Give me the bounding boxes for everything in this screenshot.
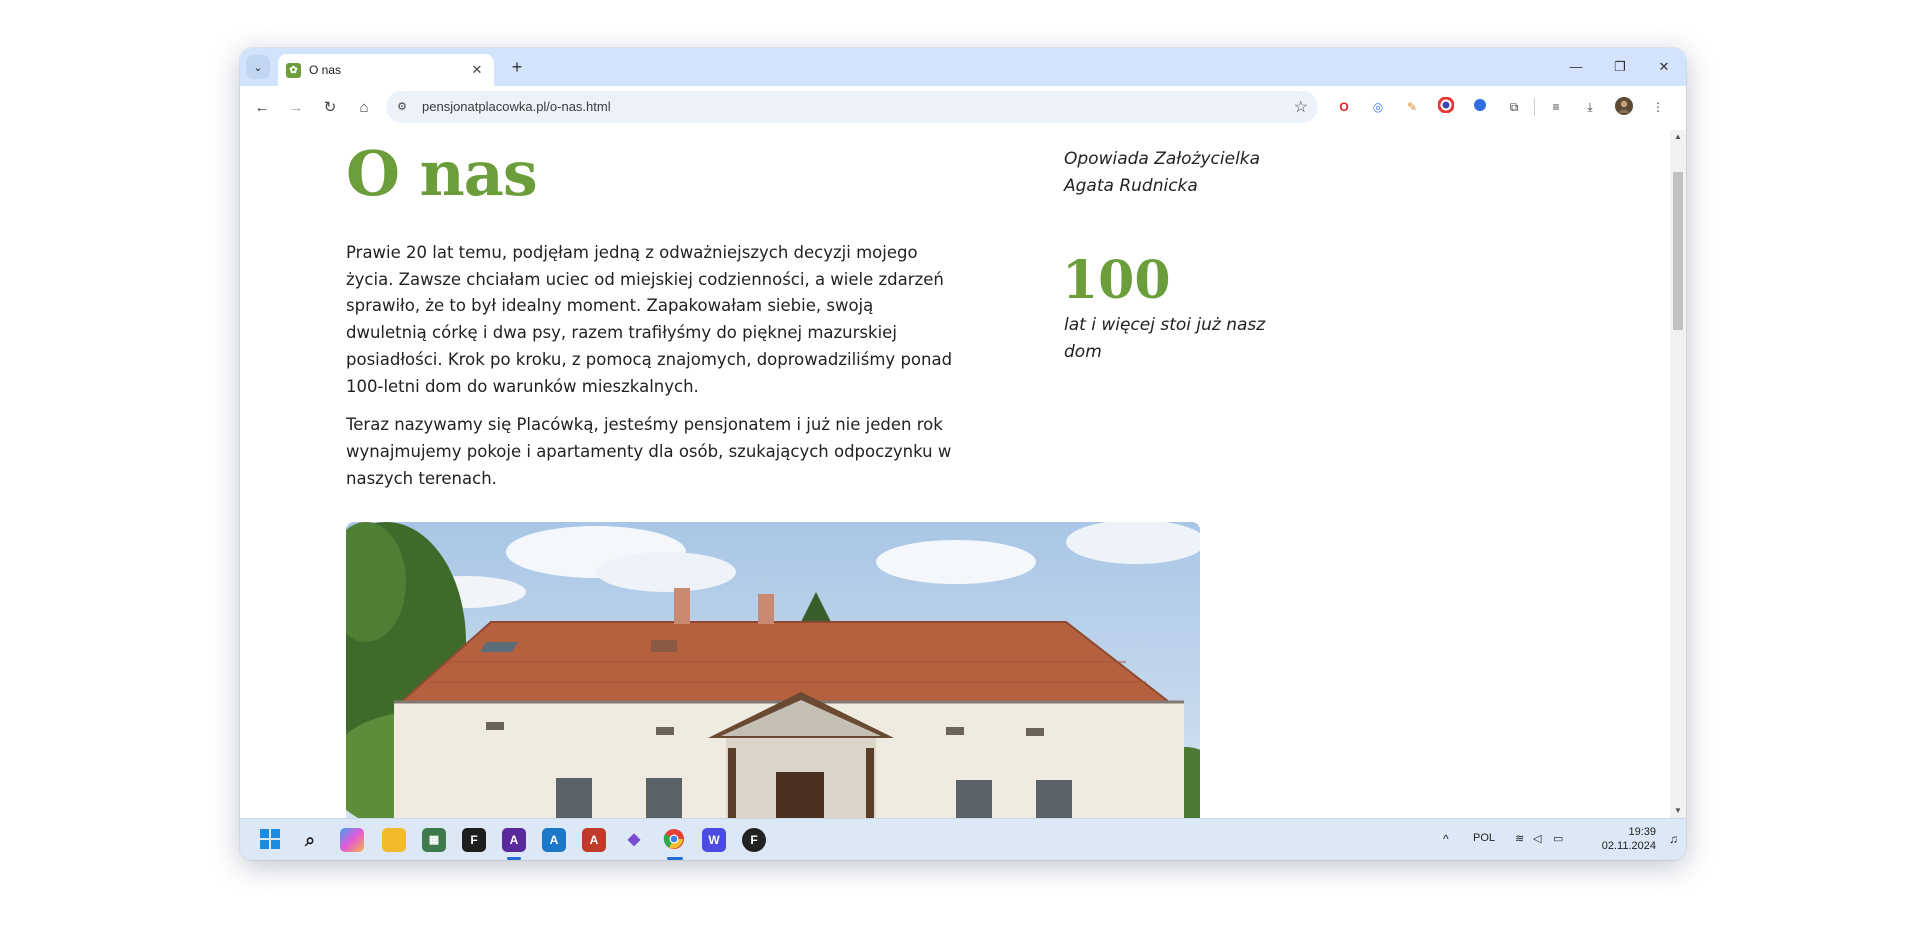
language-indicator[interactable]: POL: [1473, 832, 1495, 844]
wifi-icon[interactable]: ≋: [1515, 832, 1524, 845]
address-bar[interactable]: ⚙ pensjonatplacowka.pl/o-nas.html ☆: [386, 91, 1318, 123]
forward-icon[interactable]: →: [284, 96, 308, 120]
file-explorer-icon[interactable]: [382, 828, 406, 852]
avatar[interactable]: [1614, 97, 1634, 117]
leaf-logo-icon: ✿: [286, 63, 301, 78]
affinity-publisher-icon[interactable]: A: [582, 828, 606, 852]
home-icon[interactable]: ⌂: [352, 96, 376, 120]
paragraph: Prawie 20 lat temu, podjęłam jedną z odw…: [346, 243, 953, 396]
page-title: O nas: [346, 137, 538, 210]
close-window-icon[interactable]: ✕: [1642, 48, 1686, 86]
notification-bell-icon[interactable]: ♫: [1669, 832, 1678, 846]
tray-chevron-icon[interactable]: ^: [1443, 832, 1449, 846]
bookmark-star-icon[interactable]: ☆: [1294, 97, 1308, 117]
reload-icon[interactable]: ↻: [318, 96, 342, 120]
menu-dots-icon[interactable]: ⋮: [1648, 97, 1668, 117]
address-url: pensjonatplacowka.pl/o-nas.html: [422, 99, 611, 114]
windows-taskbar: ⌕ ▦ F A A A ◆ W F ^ POL ≋ ◁ ▭ 19:39 02.1…: [240, 818, 1686, 860]
browser-toolbar: ← → ↻ ⌂ ⚙ pensjonatplacowka.pl/o-nas.htm…: [240, 86, 1686, 131]
site-info-icon[interactable]: ⚙: [394, 99, 410, 115]
stat-number: 100: [1062, 250, 1171, 311]
paint-icon[interactable]: ✎: [1402, 97, 1422, 117]
scroll-down-arrow-icon[interactable]: ▼: [1670, 804, 1686, 818]
page-scrollbar[interactable]: ▲ ▼: [1670, 130, 1686, 818]
minimize-icon[interactable]: —: [1554, 48, 1598, 86]
affinity-designer-icon[interactable]: A: [542, 828, 566, 852]
fontbase-icon[interactable]: F: [742, 828, 766, 852]
vpn-icon[interactable]: ◆: [622, 828, 646, 852]
blue-dot-icon[interactable]: [1470, 97, 1490, 117]
founder-line: Opowiada Założycielka: [1064, 149, 1261, 169]
paragraph: Teraz nazywamy się Placówką, jesteśmy pe…: [346, 415, 952, 488]
download-icon[interactable]: ⤓: [1580, 97, 1600, 117]
browser-window: ⌄ ✿ O nas ✕ + — ❐ ✕ ← → ↻ ⌂ ⚙ pensjonatp…: [240, 48, 1686, 860]
copilot-icon[interactable]: [340, 828, 364, 852]
task-manager-icon[interactable]: ▦: [422, 828, 446, 852]
founder-credit: Opowiada Założycielka Agata Rudnicka: [1064, 146, 1304, 200]
clock-time: 19:39: [1628, 826, 1656, 838]
restore-icon[interactable]: ❐: [1598, 48, 1642, 86]
close-tab-icon[interactable]: ✕: [468, 61, 486, 79]
battery-icon[interactable]: ▭: [1553, 832, 1563, 845]
color-picker-icon[interactable]: [1436, 96, 1456, 117]
active-app-indicator: [667, 857, 683, 860]
back-icon[interactable]: ←: [250, 96, 274, 120]
puzzle-icon[interactable]: ⧉: [1504, 97, 1524, 117]
tab-title: O nas: [309, 63, 342, 77]
page-viewport: O nas Prawie 20 lat temu, podjęłam jedną…: [240, 130, 1670, 818]
founder-name: Agata Rudnicka: [1064, 176, 1198, 196]
new-tab-button[interactable]: +: [506, 56, 528, 78]
tab-strip: ⌄ ✿ O nas ✕ + — ❐ ✕: [240, 48, 1686, 86]
windows-start-icon[interactable]: [258, 828, 282, 852]
volume-icon[interactable]: ◁: [1533, 832, 1541, 845]
search-icon[interactable]: ⌕: [298, 828, 322, 852]
stat-caption: lat i więcej stoi już nasz dom: [1064, 315, 1266, 362]
chrome-icon[interactable]: [662, 828, 686, 852]
clock[interactable]: 19:39 02.11.2024: [1602, 825, 1656, 853]
tab-o-nas[interactable]: ✿ O nas ✕: [278, 54, 494, 86]
word-icon[interactable]: W: [702, 828, 726, 852]
scroll-up-arrow-icon[interactable]: ▲: [1670, 130, 1686, 144]
tab-search-button[interactable]: ⌄: [246, 55, 270, 79]
target-icon[interactable]: ◎: [1368, 97, 1388, 117]
affinity-photo-icon[interactable]: A: [502, 828, 526, 852]
chevron-down-icon: ⌄: [253, 61, 263, 74]
window-controls: — ❐ ✕: [1554, 48, 1686, 86]
scroll-thumb[interactable]: [1673, 172, 1683, 330]
figma-icon[interactable]: F: [462, 828, 486, 852]
media-queue-icon[interactable]: ≡: [1546, 97, 1566, 117]
house-photo: [346, 522, 1200, 818]
toolbar-divider: [1534, 98, 1535, 116]
opera-icon[interactable]: O: [1334, 97, 1354, 117]
active-app-indicator: [507, 857, 521, 860]
intro-text: Prawie 20 lat temu, podjęłam jedną z odw…: [346, 240, 956, 504]
clock-date: 02.11.2024: [1601, 840, 1656, 852]
